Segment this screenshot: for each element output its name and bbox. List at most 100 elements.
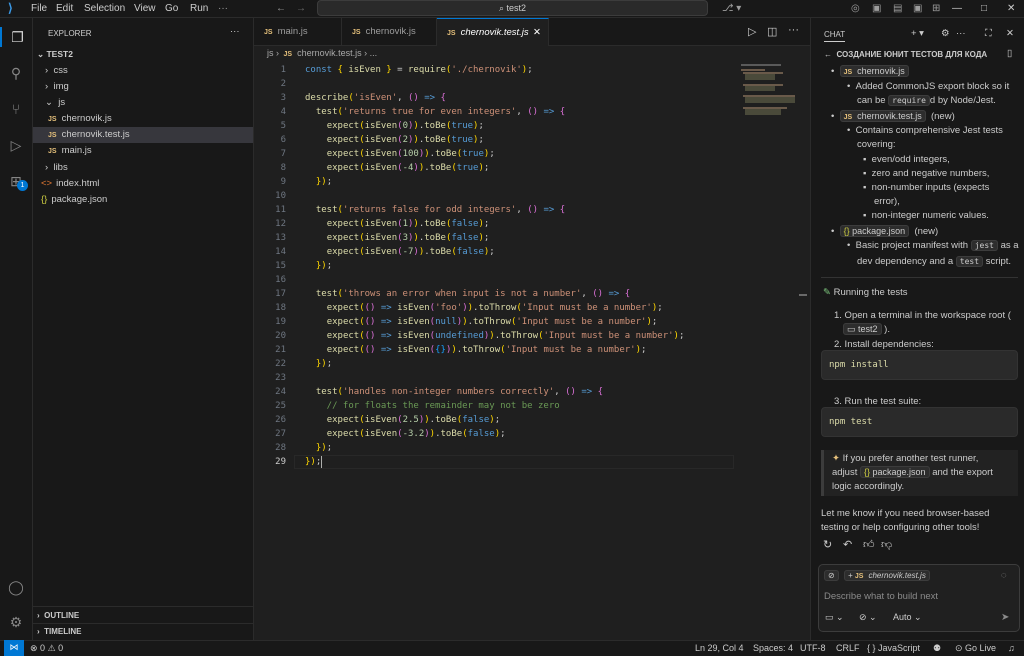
toggle-secondary-sidebar-icon[interactable]: ▣ xyxy=(913,0,922,18)
code-block-install[interactable]: npm install xyxy=(821,350,1018,380)
code-line[interactable]: 5 expect(isEven(0)).toBe(true); xyxy=(254,119,810,133)
code-line[interactable]: 28 }); xyxy=(254,441,810,455)
file-reference[interactable]: JS chernovik.test.js xyxy=(839,110,926,122)
file-reference[interactable]: {} package.json xyxy=(860,466,930,478)
menu-edit[interactable]: Edit xyxy=(56,0,73,18)
code-block-test[interactable]: npm test xyxy=(821,407,1018,437)
copilot-chat-icon[interactable]: ◎ xyxy=(851,0,860,18)
problems-indicator[interactable]: ⊗ 0 ⚠ 0 xyxy=(30,641,63,656)
minimize-icon[interactable]: — xyxy=(952,0,962,18)
minimap[interactable] xyxy=(741,64,797,124)
explorer-more-icon[interactable]: ··· xyxy=(230,24,240,40)
cursor-position[interactable]: Ln 29, Col 4 xyxy=(695,641,744,656)
file-reference[interactable]: JS chernovik.js xyxy=(839,65,909,77)
code-line[interactable]: 16 xyxy=(254,273,810,287)
close-tab-icon[interactable]: ✕ xyxy=(533,19,541,47)
code-line[interactable]: 9 }); xyxy=(254,175,810,189)
code-line[interactable]: 25 // for floats the remainder may not b… xyxy=(254,399,810,413)
code-line[interactable]: 24 test('handles non-integer numbers cor… xyxy=(254,385,810,399)
more-menu-icon[interactable]: ··· xyxy=(218,0,228,18)
workspace-root[interactable]: ⌄ TEST2 xyxy=(37,46,73,62)
code-line[interactable]: 13 expect(isEven(3)).toBe(false); xyxy=(254,231,810,245)
remote-indicator-icon[interactable]: ⋈ xyxy=(4,640,24,656)
toggle-panel-icon[interactable]: ▤ xyxy=(893,0,902,18)
indentation[interactable]: Spaces: 4 xyxy=(753,641,793,656)
search-view-icon[interactable]: ⚲ xyxy=(6,63,26,83)
close-icon[interactable]: ✕ xyxy=(1007,0,1015,18)
new-chat-icon[interactable]: + ▾ xyxy=(911,27,924,40)
copilot-icon[interactable]: ⎇ ▾ xyxy=(722,0,741,18)
settings-gear-icon[interactable]: ⚙ xyxy=(6,612,26,632)
tree-folder-js[interactable]: ⌄ js xyxy=(45,95,65,111)
menu-run[interactable]: Run xyxy=(190,0,208,18)
tree-file-chernovik-js[interactable]: JS chernovik.js xyxy=(48,111,112,127)
code-line[interactable]: 4 test('returns true for even integers',… xyxy=(254,105,810,119)
tree-file-index-html[interactable]: <> index.html xyxy=(41,176,99,192)
chat-settings-icon[interactable]: ⚙ xyxy=(941,27,950,40)
undo-icon[interactable]: ↶ xyxy=(843,539,852,552)
run-file-icon[interactable]: ▷ xyxy=(748,25,756,38)
agent-mode-dropdown[interactable]: ▭ ⌄ xyxy=(825,611,844,624)
toggle-sidebar-icon[interactable]: ▣ xyxy=(872,0,881,18)
code-line[interactable]: 18 expect(() => isEven('foo')).toThrow('… xyxy=(254,301,810,315)
run-debug-icon[interactable]: ▷ xyxy=(6,135,26,155)
go-live-button[interactable]: ⊙ Go Live xyxy=(955,641,996,656)
code-line[interactable]: 17 test('throws an error when input is n… xyxy=(254,287,810,301)
code-line[interactable]: 22 }); xyxy=(254,357,810,371)
chat-input[interactable]: Describe what to build next xyxy=(824,590,938,603)
code-line[interactable]: 7 expect(isEven(100)).toBe(true); xyxy=(254,147,810,161)
timeline-section[interactable]: › TIMELINE xyxy=(37,624,81,640)
code-line[interactable]: 21 expect(() => isEven({})).toThrow('Inp… xyxy=(254,343,810,357)
code-line[interactable]: 12 expect(isEven(1)).toBe(false); xyxy=(254,217,810,231)
line-ending[interactable]: CRLF xyxy=(836,641,860,656)
outline-section[interactable]: › OUTLINE xyxy=(37,608,79,624)
thumbs-up-icon[interactable]: 👍︎ xyxy=(863,539,875,552)
split-editor-icon[interactable]: ◫ xyxy=(767,25,777,38)
tree-file-package-json[interactable]: {} package.json xyxy=(41,192,107,208)
chat-tab[interactable]: CHAT xyxy=(824,28,846,42)
thumbs-down-icon[interactable]: 👎︎ xyxy=(881,539,892,552)
copilot-status-icon[interactable]: ⚉ xyxy=(933,641,941,656)
maximize-icon[interactable]: □ xyxy=(981,0,987,18)
code-line[interactable]: 27 expect(isEven(-3.2)).toBe(false); xyxy=(254,427,810,441)
code-line[interactable]: 26 expect(isEven(2.5)).toBe(false); xyxy=(254,413,810,427)
close-panel-icon[interactable]: ✕ xyxy=(1006,27,1014,40)
code-line[interactable]: 11 test('returns false for odd integers'… xyxy=(254,203,810,217)
language-mode[interactable]: { } JavaScript xyxy=(867,641,920,656)
code-line[interactable]: 15 }); xyxy=(254,259,810,273)
chat-session-title[interactable]: ← СОЗДАНИЕ ЮНИТ ТЕСТОВ ДЛЯ КОДА xyxy=(824,48,987,61)
model-dropdown[interactable]: Auto ⌄ xyxy=(893,611,922,624)
tools-dropdown[interactable]: ⊘ ⌄ xyxy=(859,611,877,624)
retry-icon[interactable]: ↻ xyxy=(823,539,832,552)
tree-file-chernovik-test-js[interactable]: JS chernovik.test.js xyxy=(33,127,253,143)
code-line[interactable]: 8 expect(isEven(-4)).toBe(true); xyxy=(254,161,810,175)
code-line[interactable]: 14 expect(isEven(-7)).toBe(false); xyxy=(254,245,810,259)
breadcrumb-folder[interactable]: js xyxy=(267,48,274,58)
tree-folder-libs[interactable]: › libs xyxy=(45,160,68,176)
code-line[interactable]: 23 xyxy=(254,371,810,385)
tab-main-js[interactable]: JS main.js xyxy=(254,18,342,46)
menu-selection[interactable]: Selection xyxy=(84,0,125,18)
editor-more-icon[interactable]: ··· xyxy=(788,24,799,36)
source-control-icon[interactable]: ⑂ xyxy=(6,99,26,119)
tab-chernovik-js[interactable]: JS chernovik.js xyxy=(342,18,437,46)
code-line[interactable]: 20 expect(() => isEven(undefined)).toThr… xyxy=(254,329,810,343)
toggle-view-icon[interactable]: ▯ xyxy=(1007,47,1012,60)
maximize-panel-icon[interactable]: ⛶ xyxy=(985,27,992,40)
folder-reference[interactable]: ▭ test2 xyxy=(843,323,882,335)
attach-icon[interactable]: ⊘ xyxy=(824,569,839,582)
notifications-icon[interactable]: ♫ xyxy=(1008,641,1015,656)
tab-chernovik-test-js[interactable]: JS chernovik.test.js ✕ xyxy=(437,18,549,46)
menu-view[interactable]: View xyxy=(134,0,156,18)
file-reference[interactable]: {} package.json xyxy=(839,225,910,237)
code-line[interactable]: 2 xyxy=(254,77,810,91)
tree-folder-img[interactable]: › img xyxy=(45,79,69,95)
breadcrumb-file[interactable]: chernovik.test.js xyxy=(297,48,362,58)
breadcrumb-more[interactable]: ... xyxy=(370,48,378,58)
explorer-icon[interactable]: ❐ xyxy=(0,27,33,47)
code-line[interactable]: 1 const { isEven } = require('./chernovik… xyxy=(254,63,810,77)
code-line[interactable]: 10 xyxy=(254,189,810,203)
tree-file-main-js[interactable]: JS main.js xyxy=(48,143,92,159)
tree-folder-css[interactable]: › css xyxy=(45,63,68,79)
code-line[interactable]: 3 describe('isEven', () => { xyxy=(254,91,810,105)
